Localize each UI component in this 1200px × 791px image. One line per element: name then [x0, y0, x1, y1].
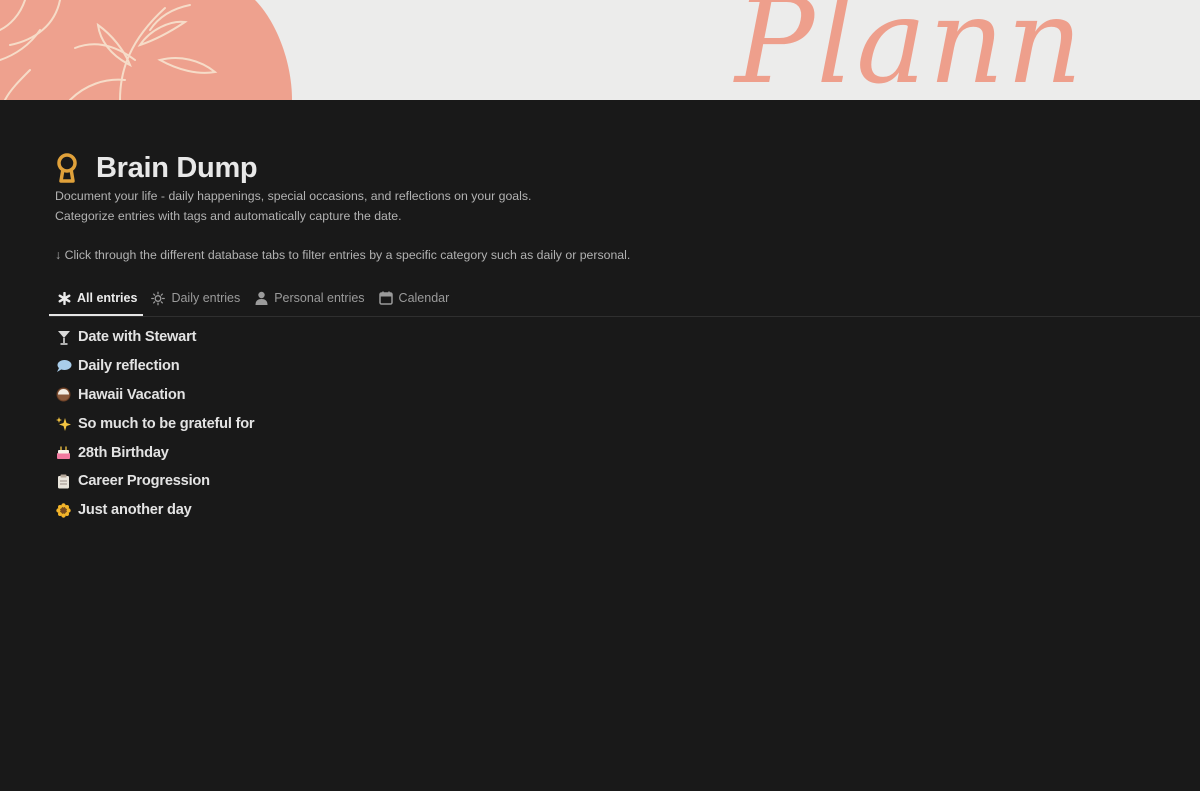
list-item[interactable]: Career Progression: [55, 467, 254, 496]
coconut-icon: [55, 387, 72, 403]
cover-script-text: Plann: [735, 0, 1085, 100]
page-title[interactable]: Brain Dump: [96, 152, 258, 185]
list-item-label: Career Progression: [78, 473, 210, 490]
tab-label: Calendar: [398, 291, 450, 305]
clipboard-icon: [55, 473, 72, 489]
list-item-label: 28th Birthday: [78, 444, 169, 461]
database-tabs: All entries Daily entries Personal entri…: [49, 281, 1200, 317]
list-item-label: Daily reflection: [78, 358, 180, 375]
sunflower-icon: [55, 502, 72, 518]
description-line: Categorize entries with tags and automat…: [55, 208, 402, 223]
list-item-label: So much to be grateful for: [78, 415, 255, 432]
page-header: Brain Dump: [55, 148, 1195, 188]
tab-label: Personal entries: [274, 291, 365, 305]
tab-daily-entries[interactable]: Daily entries: [143, 281, 246, 315]
cocktail-icon: [55, 329, 72, 345]
speech-bubble-icon: [55, 358, 72, 374]
list-item-label: Date with Stewart: [78, 329, 197, 346]
tab-all-entries[interactable]: All entries: [49, 281, 144, 316]
description-line: Document your life - daily happenings, s…: [55, 189, 532, 203]
tab-calendar[interactable]: Calendar: [371, 281, 456, 315]
list-item[interactable]: Hawaii Vacation: [55, 381, 254, 410]
description-line: ↓ Click through the different database t…: [55, 247, 631, 262]
page-content: Brain Dump Document your life - daily ha…: [49, 148, 1200, 518]
calendar-icon: [378, 291, 393, 305]
keyhole-icon[interactable]: [55, 152, 83, 184]
floral-blob-illustration: [0, 0, 292, 100]
sun-icon: [151, 291, 166, 305]
birthday-cake-icon: [55, 445, 72, 461]
person-icon: [254, 291, 268, 305]
list-item[interactable]: Just another day: [55, 496, 254, 525]
list-item-label: Hawaii Vacation: [78, 386, 186, 403]
page-description: Document your life - daily happenings, s…: [55, 187, 1195, 265]
list-item[interactable]: 28th Birthday: [55, 438, 254, 467]
list-item[interactable]: Date with Stewart: [55, 323, 254, 352]
tab-label: Daily entries: [171, 291, 241, 305]
entries-list: Date with Stewart Daily reflection Hawai…: [55, 323, 255, 525]
list-item[interactable]: So much to be grateful for: [55, 409, 255, 438]
asterisk-icon: [57, 291, 71, 305]
cover-image: Plann: [0, 0, 1200, 100]
list-item[interactable]: Daily reflection: [55, 352, 254, 381]
sparkles-icon: [55, 416, 72, 432]
tab-personal-entries[interactable]: Personal entries: [246, 281, 370, 315]
tab-label: All entries: [77, 291, 138, 305]
list-item-label: Just another day: [78, 502, 192, 519]
